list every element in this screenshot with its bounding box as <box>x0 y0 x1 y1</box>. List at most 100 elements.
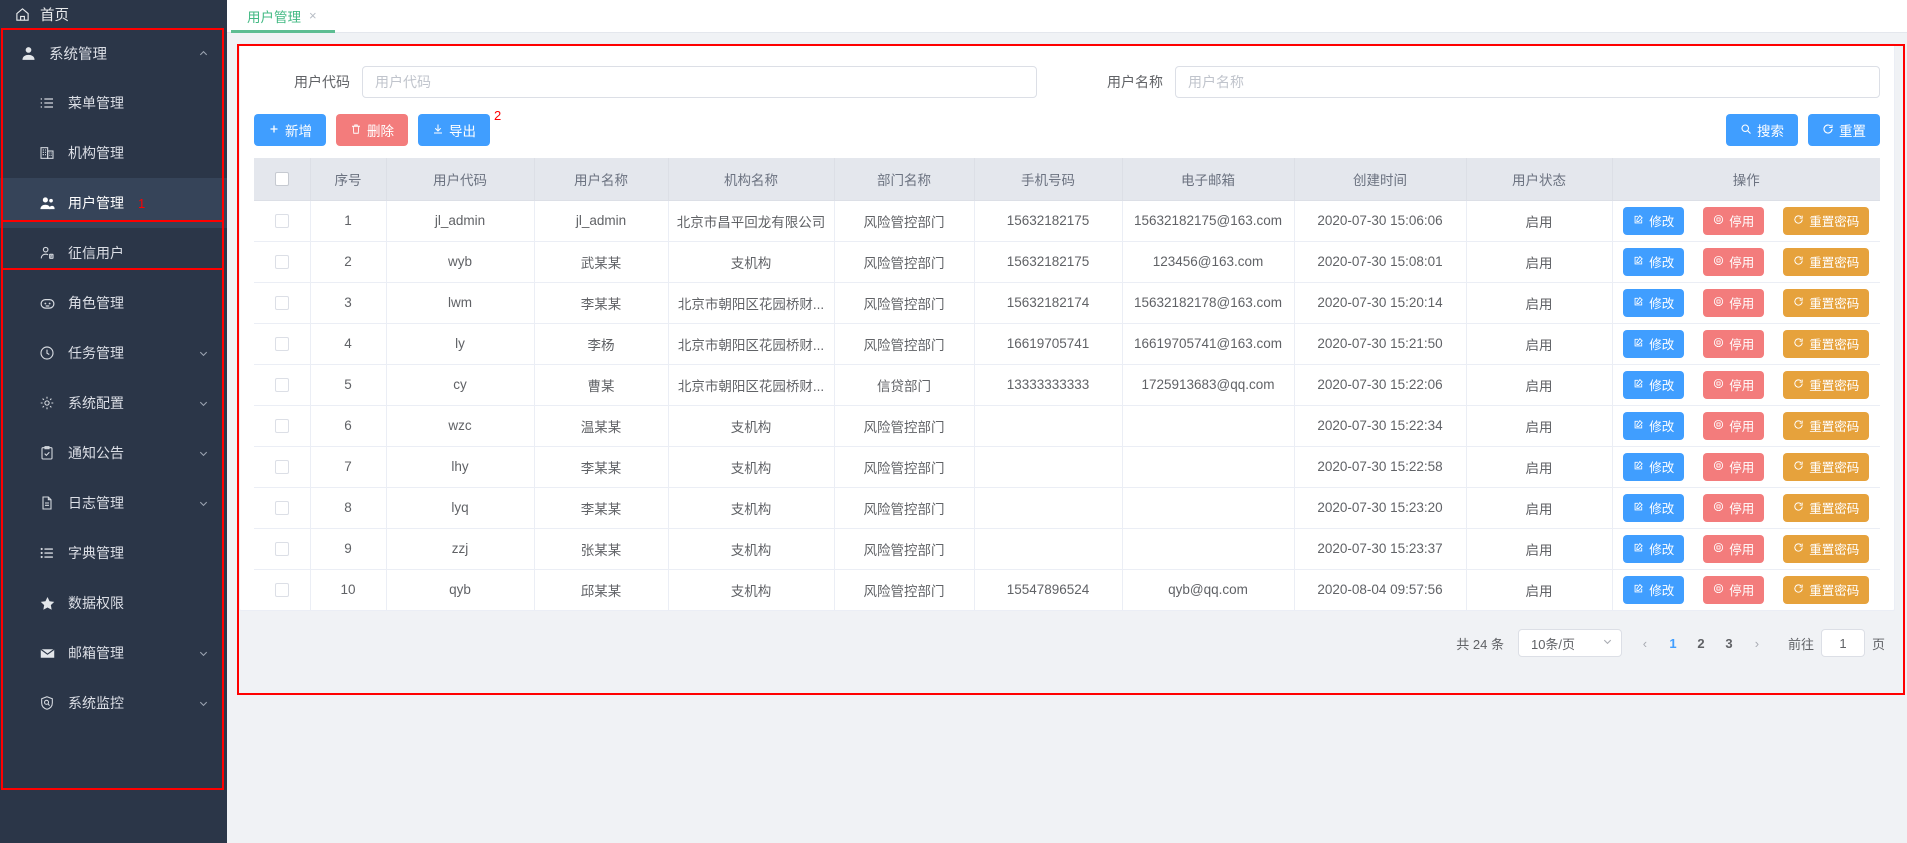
sidebar-item-home[interactable]: 首页 <box>0 0 227 28</box>
chevron-down-icon[interactable] <box>197 647 209 659</box>
edit-row-button[interactable]: 修改 <box>1623 206 1685 235</box>
table-row[interactable]: 1 jl_admin jl_admin 北京市昌平回龙有限公司 风险管控部门 156321… <box>254 200 1880 242</box>
edit-row-button[interactable]: 修改 <box>1623 534 1685 563</box>
reset-password-row-button[interactable]: 重置密码 <box>1783 452 1870 481</box>
sidebar-item-notice[interactable]: 通知公告 <box>0 428 227 478</box>
sidebar-item-mail-management[interactable]: 邮箱管理 <box>0 628 227 678</box>
row-checkbox[interactable] <box>274 501 289 516</box>
select-all-checkbox[interactable] <box>274 172 289 187</box>
close-icon[interactable]: × <box>309 8 317 23</box>
sidebar-item-user-management[interactable]: 用户管理 1 <box>0 178 227 228</box>
disable-row-button[interactable]: 停用 <box>1703 575 1765 604</box>
prev-page-button[interactable]: ‹ <box>1632 630 1658 656</box>
search-button[interactable]: 搜索 <box>1726 114 1798 146</box>
chevron-down-icon[interactable] <box>197 347 209 359</box>
sidebar-item-system-config[interactable]: 系统配置 <box>0 378 227 428</box>
row-select-cell[interactable] <box>254 487 311 529</box>
reset-password-row-button[interactable]: 重置密码 <box>1783 288 1870 317</box>
chevron-down-icon[interactable] <box>197 447 209 459</box>
table-row[interactable]: 5 cy 曹某 北京市朝阳区花园桥财... 信贷部门 13333333333 1725913… <box>254 364 1880 406</box>
row-select-cell[interactable] <box>254 528 311 570</box>
table-row[interactable]: 2 wyb 武某某 支机构 风险管控部门 15632182175 123456@163.co… <box>254 241 1880 283</box>
user-code-input[interactable] <box>362 66 1037 98</box>
edit-row-button[interactable]: 修改 <box>1623 247 1685 276</box>
jump-page-input[interactable] <box>1820 629 1865 657</box>
tab-user-management[interactable]: 用户管理 × <box>231 1 335 33</box>
reset-password-row-button[interactable]: 重置密码 <box>1783 493 1870 522</box>
disable-row-button[interactable]: 停用 <box>1703 247 1765 276</box>
chevron-down-icon[interactable] <box>197 497 209 509</box>
edit-row-button[interactable]: 修改 <box>1623 329 1685 358</box>
reset-password-row-button[interactable]: 重置密码 <box>1783 575 1870 604</box>
reset-password-row-button[interactable]: 重置密码 <box>1783 411 1870 440</box>
reset-password-row-button[interactable]: 重置密码 <box>1783 329 1870 358</box>
sidebar-item-log-management[interactable]: 日志管理 <box>0 478 227 528</box>
edit-row-button[interactable]: 修改 <box>1623 411 1685 440</box>
disable-row-button[interactable]: 停用 <box>1703 370 1765 399</box>
disable-row-button[interactable]: 停用 <box>1703 452 1765 481</box>
row-select-cell[interactable] <box>254 446 311 488</box>
disable-row-button[interactable]: 停用 <box>1703 411 1765 440</box>
row-select-cell[interactable] <box>254 282 311 324</box>
row-checkbox[interactable] <box>274 378 289 393</box>
export-button[interactable]: 导出 <box>418 114 490 146</box>
row-checkbox[interactable] <box>274 296 289 311</box>
table-row[interactable]: 10 qyb 邱某某 支机构 风险管控部门 15547896524 qyb@qq.com 20… <box>254 569 1880 610</box>
table-row[interactable]: 4 ly 李杨 北京市朝阳区花园桥财... 风险管控部门 16619705741 16619… <box>254 323 1880 365</box>
page-button-3[interactable]: 3 <box>1716 630 1742 656</box>
page-size-select[interactable]: 10条/页 <box>1517 629 1622 657</box>
disable-row-button[interactable]: 停用 <box>1703 206 1765 235</box>
row-checkbox[interactable] <box>274 460 289 475</box>
page-button-1[interactable]: 1 <box>1660 630 1686 656</box>
edit-row-button[interactable]: 修改 <box>1623 575 1685 604</box>
reset-password-row-button[interactable]: 重置密码 <box>1783 247 1870 276</box>
table-row[interactable]: 3 lwm 李某某 北京市朝阳区花园桥财... 风险管控部门 15632182174 156… <box>254 282 1880 324</box>
row-checkbox[interactable] <box>274 419 289 434</box>
table-header-select-all[interactable] <box>254 158 311 201</box>
table-row[interactable]: 9 zzj 张某某 支机构 风险管控部门 2020-07-30 15:23:37 启用 修改 停… <box>254 528 1880 570</box>
chevron-up-icon[interactable] <box>197 47 209 59</box>
reset-password-row-button[interactable]: 重置密码 <box>1783 370 1870 399</box>
sidebar-item-credit-user[interactable]: 征信用户 <box>0 228 227 278</box>
row-checkbox[interactable] <box>274 542 289 557</box>
delete-button[interactable]: 删除 <box>336 114 408 146</box>
row-checkbox[interactable] <box>274 337 289 352</box>
user-name-input[interactable] <box>1175 66 1880 98</box>
reset-password-row-button[interactable]: 重置密码 <box>1783 206 1870 235</box>
row-checkbox[interactable] <box>274 583 289 598</box>
reset-button[interactable]: 重置 <box>1808 114 1880 146</box>
add-button[interactable]: 新增 <box>254 114 326 146</box>
row-select-cell[interactable] <box>254 200 311 242</box>
sidebar-item-role-management[interactable]: 角色管理 <box>0 278 227 328</box>
row-select-cell[interactable] <box>254 569 311 610</box>
chevron-down-icon[interactable] <box>197 697 209 709</box>
row-select-cell[interactable] <box>254 241 311 283</box>
sidebar-item-system-management[interactable]: 系统管理 <box>0 28 227 78</box>
row-select-cell[interactable] <box>254 364 311 406</box>
row-checkbox[interactable] <box>274 214 289 229</box>
page-button-2[interactable]: 2 <box>1688 630 1714 656</box>
edit-row-button[interactable]: 修改 <box>1623 452 1685 481</box>
sidebar-item-system-monitor[interactable]: 系统监控 <box>0 678 227 728</box>
row-select-cell[interactable] <box>254 323 311 365</box>
disable-row-button[interactable]: 停用 <box>1703 534 1765 563</box>
row-checkbox[interactable] <box>274 255 289 270</box>
table-row[interactable]: 6 wzc 温某某 支机构 风险管控部门 2020-07-30 15:22:34 启用 修改 停… <box>254 405 1880 447</box>
table-row[interactable]: 8 lyq 李某某 支机构 风险管控部门 2020-07-30 15:23:20 启用 修改 停… <box>254 487 1880 529</box>
sidebar-item-menu-management[interactable]: 菜单管理 <box>0 78 227 128</box>
sidebar-item-task-management[interactable]: 任务管理 <box>0 328 227 378</box>
disable-row-button[interactable]: 停用 <box>1703 493 1765 522</box>
edit-row-button[interactable]: 修改 <box>1623 370 1685 399</box>
table-row[interactable]: 7 lhy 李某某 支机构 风险管控部门 2020-07-30 15:22:58 启用 修改 停… <box>254 446 1880 488</box>
next-page-button[interactable]: › <box>1744 630 1770 656</box>
disable-row-button[interactable]: 停用 <box>1703 329 1765 358</box>
row-select-cell[interactable] <box>254 405 311 447</box>
sidebar-item-data-permission[interactable]: 数据权限 <box>0 578 227 628</box>
edit-row-button[interactable]: 修改 <box>1623 493 1685 522</box>
disable-row-button[interactable]: 停用 <box>1703 288 1765 317</box>
sidebar-item-dictionary-management[interactable]: 字典管理 <box>0 528 227 578</box>
sidebar-item-org-management[interactable]: 机构管理 <box>0 128 227 178</box>
chevron-down-icon[interactable] <box>197 397 209 409</box>
edit-row-button[interactable]: 修改 <box>1623 288 1685 317</box>
reset-password-row-button[interactable]: 重置密码 <box>1783 534 1870 563</box>
